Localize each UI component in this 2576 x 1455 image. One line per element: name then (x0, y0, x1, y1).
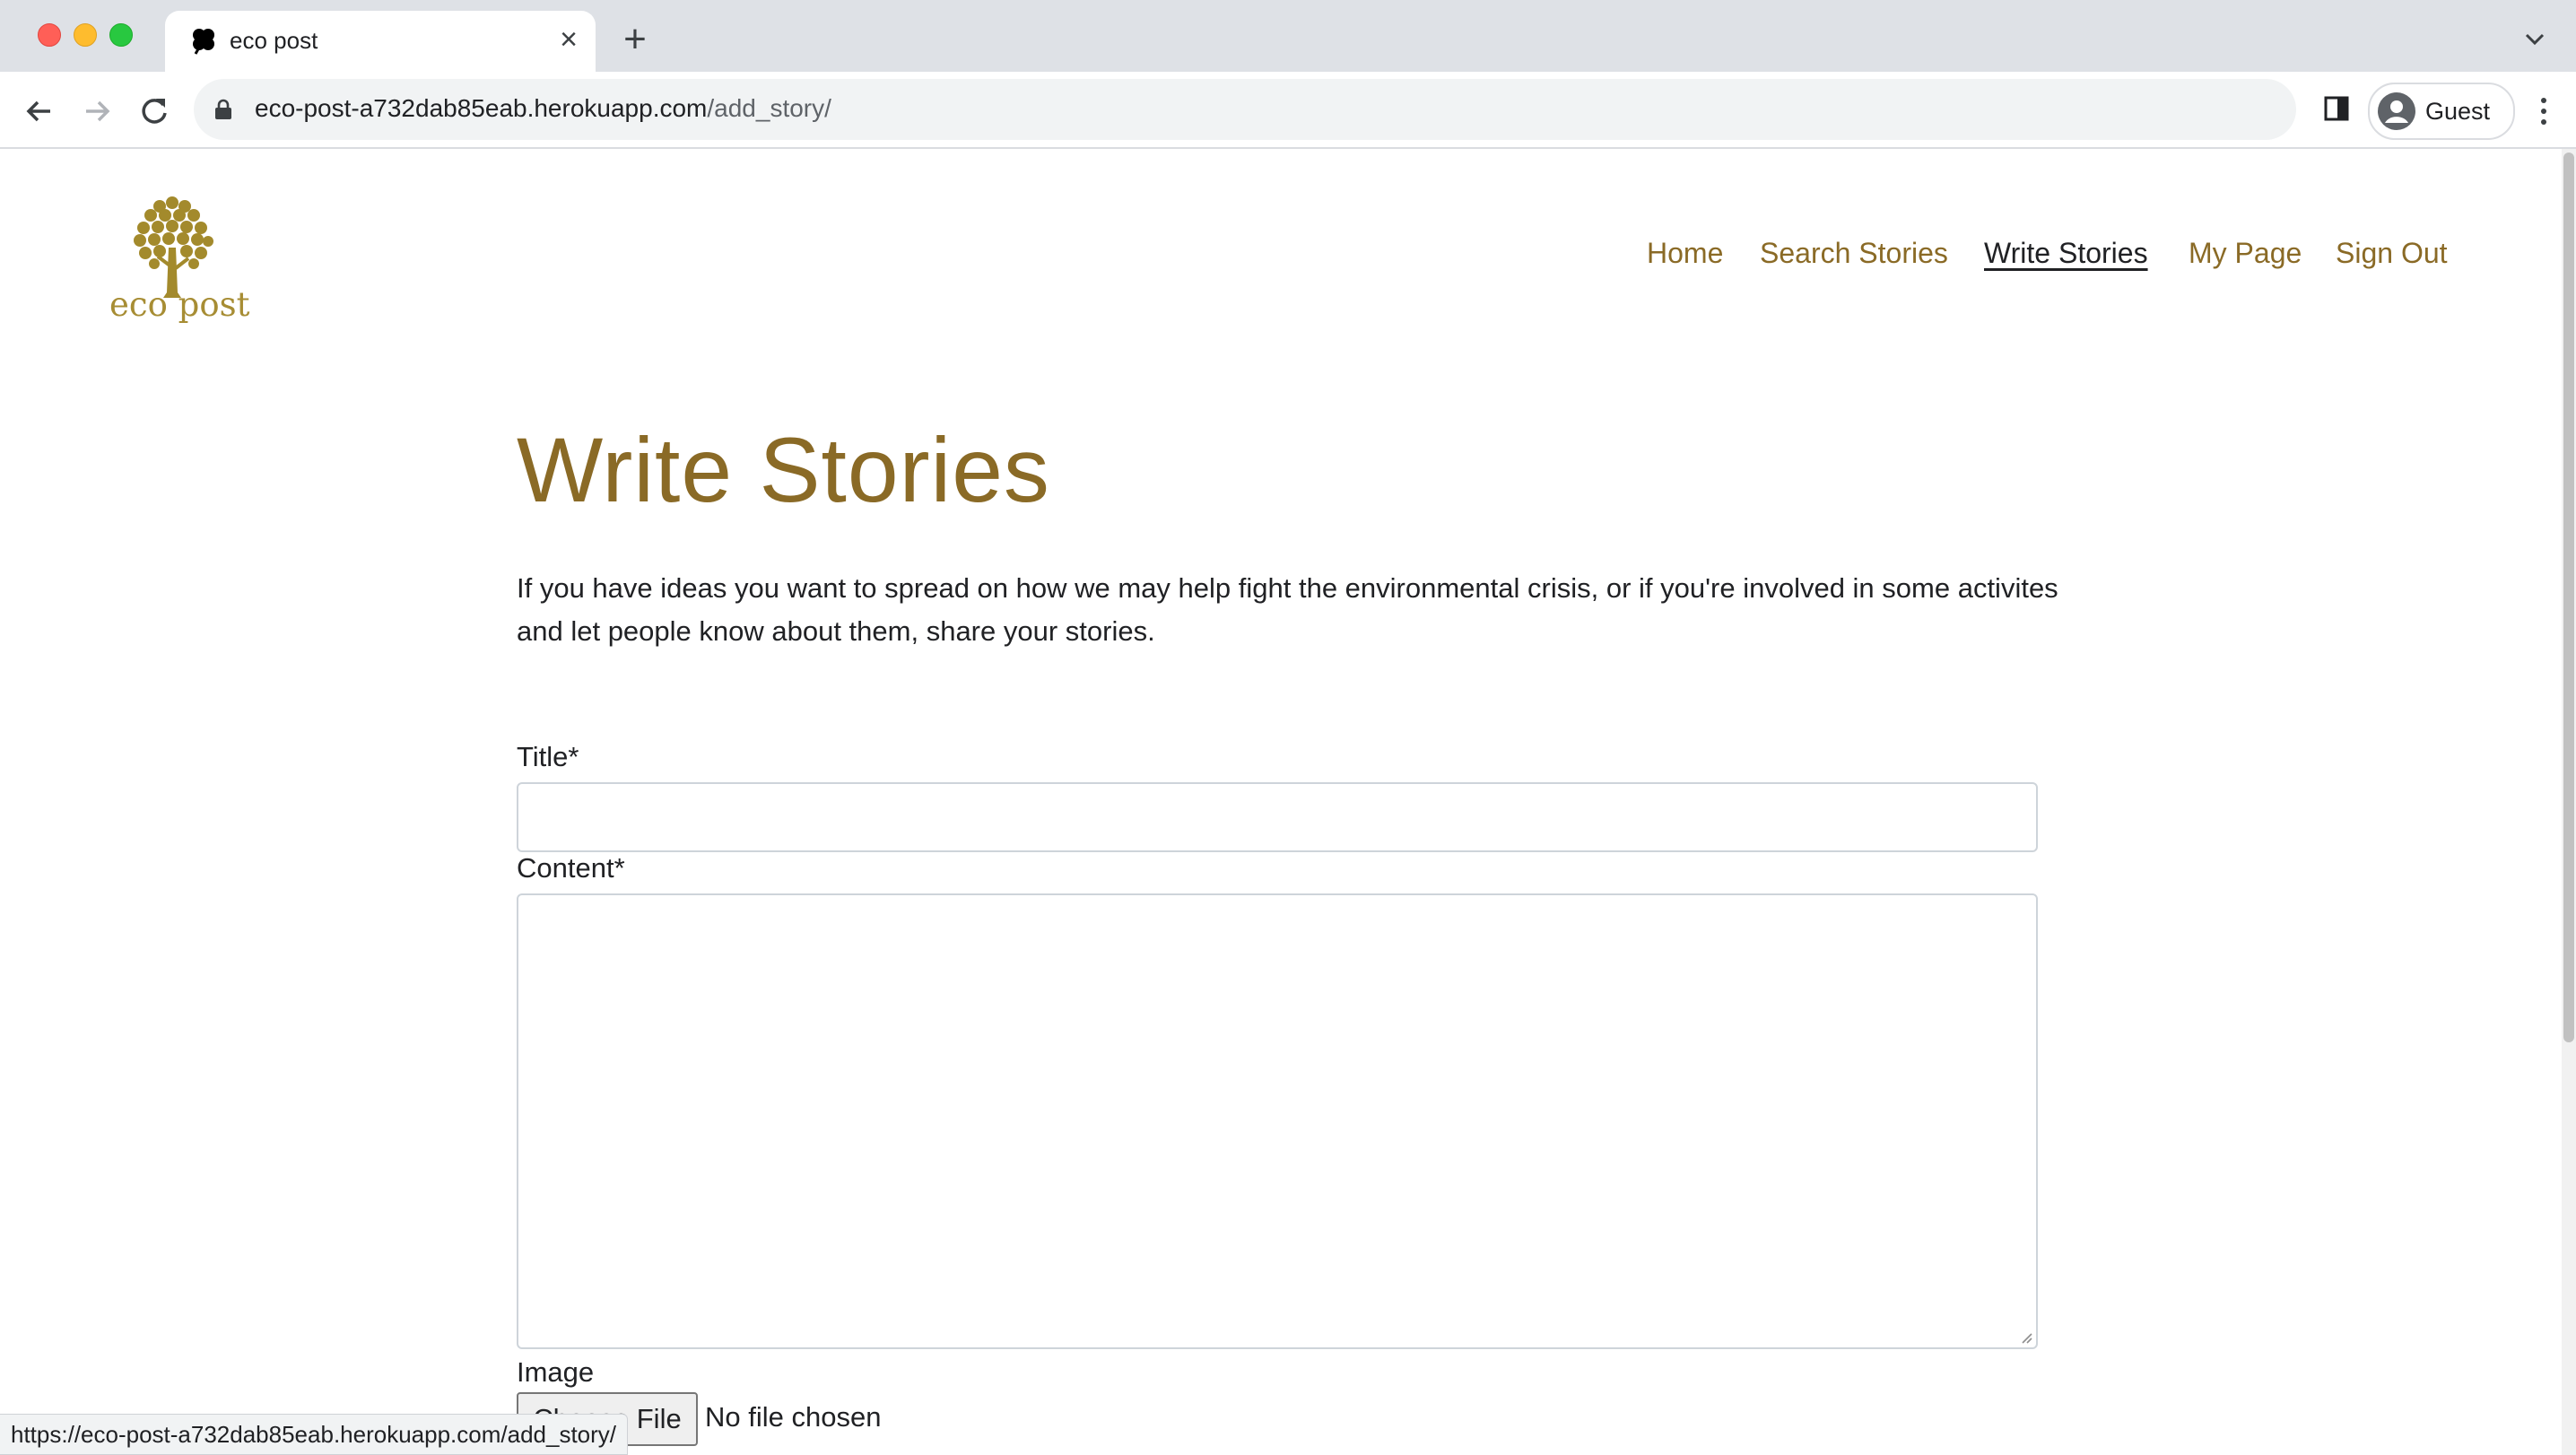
address-url: eco-post-a732dab85eab.herokuapp.com/add_… (255, 94, 831, 123)
lock-icon (215, 99, 231, 119)
window-minimize-button[interactable] (74, 23, 97, 47)
back-arrow-icon[interactable] (20, 91, 59, 131)
browser-toolbar: eco-post-a732dab85eab.herokuapp.com/add_… (0, 72, 2576, 149)
clover-favicon-icon (193, 29, 214, 55)
nav-my-page-link[interactable]: My Page (2189, 237, 2302, 270)
profile-button[interactable]: Guest (2368, 83, 2515, 140)
avatar-icon (2378, 92, 2415, 130)
tab-search-chevron-icon[interactable] (2520, 25, 2549, 54)
intro-text: If you have ideas you want to spread on … (517, 572, 2058, 647)
side-panel-icon[interactable] (2321, 93, 2352, 124)
url-path: /add_story/ (707, 94, 831, 122)
content-textarea-value (518, 895, 2036, 920)
more-menu-icon[interactable] (2529, 93, 2558, 129)
title-label: Title* (517, 741, 579, 772)
reload-icon[interactable] (135, 91, 174, 131)
image-label: Image (517, 1356, 595, 1388)
logo-text[interactable]: eco post (109, 285, 249, 324)
profile-label: Guest (2425, 98, 2491, 125)
window-zoom-button[interactable] (109, 23, 133, 47)
browser-tab-active[interactable]: eco post × (165, 11, 596, 72)
new-tab-plus-icon[interactable]: + (615, 20, 655, 59)
resize-grip-icon[interactable] (2018, 1329, 2032, 1344)
address-bar[interactable]: eco-post-a732dab85eab.herokuapp.com/add_… (194, 79, 2296, 140)
title-input[interactable] (517, 782, 2038, 852)
web-page: eco post Home Search Stories Write Stori… (0, 149, 2562, 1455)
page-title: Write Stories (517, 419, 1050, 521)
scrollbar-thumb[interactable] (2563, 152, 2574, 1042)
link-status-bar: https://eco-post-a732dab85eab.herokuapp.… (0, 1414, 629, 1455)
content-label: Content* (517, 852, 625, 884)
tab-title: eco post (230, 27, 318, 54)
nav-sign-out-link[interactable]: Sign Out (2336, 237, 2448, 270)
window-close-button[interactable] (38, 23, 61, 47)
nav-write-stories-link[interactable]: Write Stories (1984, 237, 2148, 270)
url-host: eco-post-a732dab85eab.herokuapp.com (255, 94, 708, 122)
nav-search-stories-link[interactable]: Search Stories (1760, 237, 1948, 270)
forward-arrow-icon[interactable] (77, 91, 117, 131)
no-file-text: No file chosen (705, 1401, 882, 1433)
nav-home-link[interactable]: Home (1647, 237, 1723, 270)
browser-tab-strip: eco post × + (0, 0, 2576, 72)
content-textarea[interactable] (517, 893, 2038, 1349)
tab-close-icon[interactable]: × (551, 22, 587, 57)
